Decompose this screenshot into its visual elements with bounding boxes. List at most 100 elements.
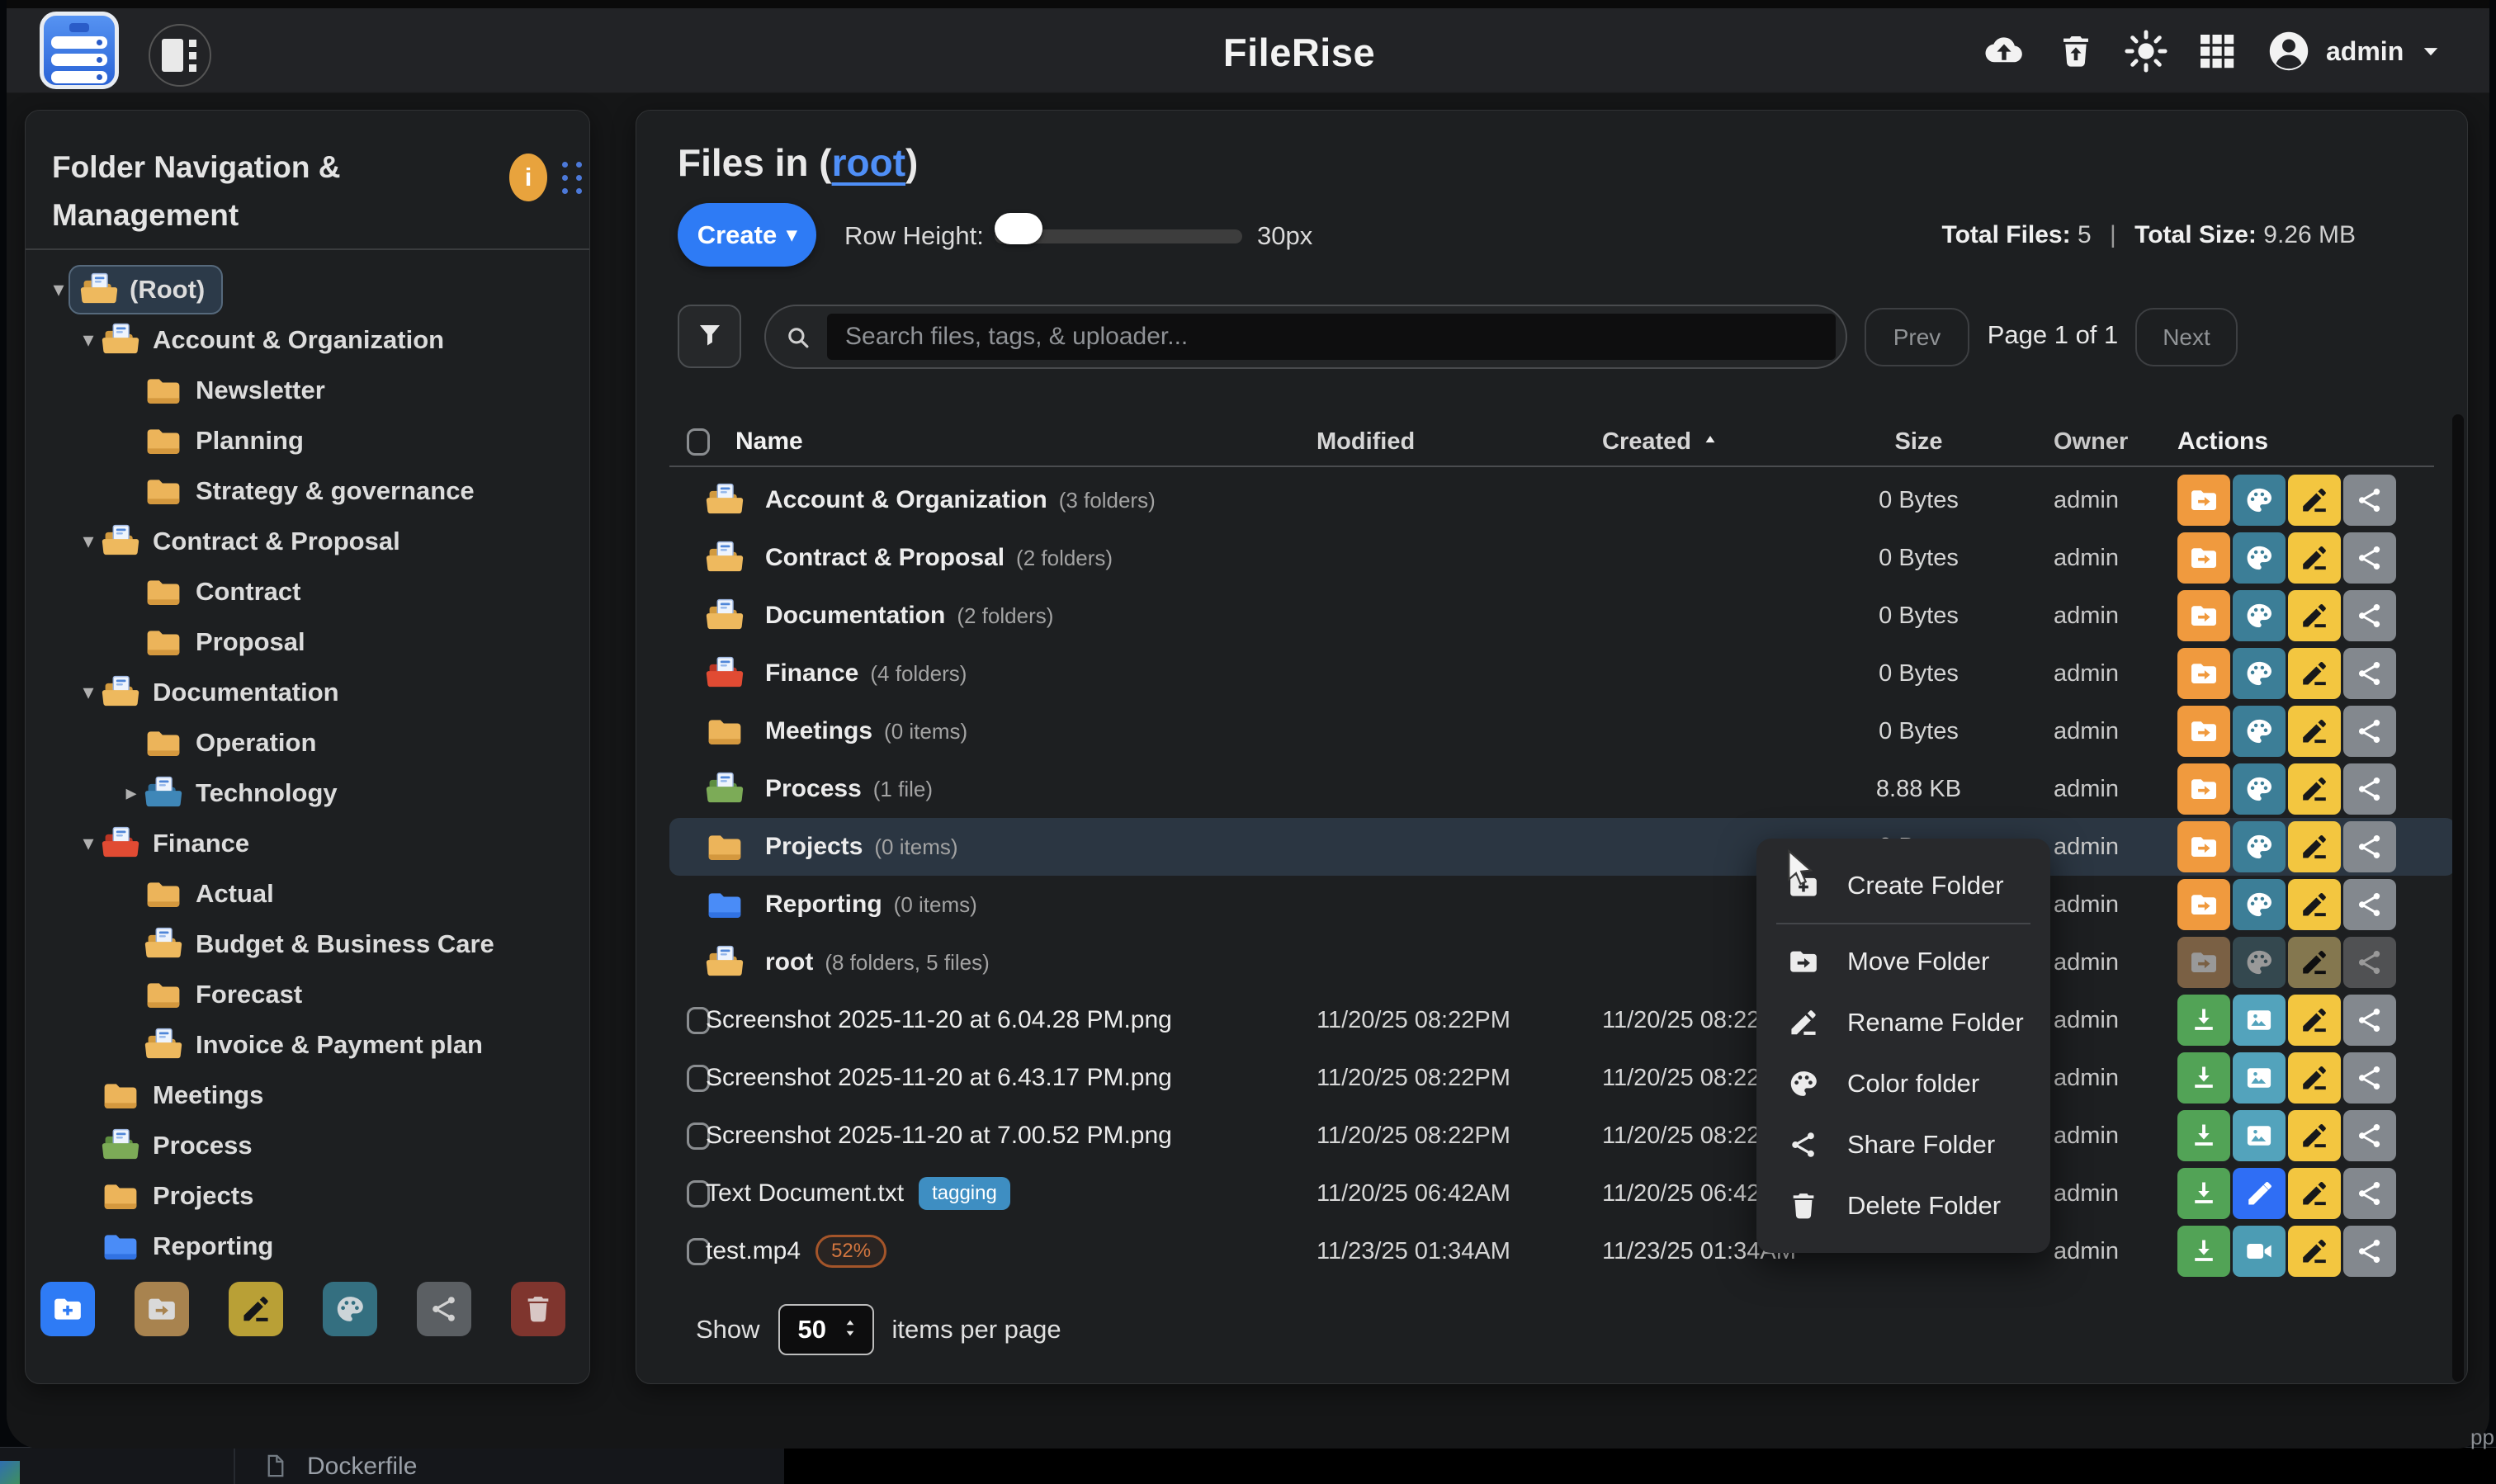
- rename-action-button[interactable]: [2288, 763, 2341, 815]
- tree-item-invoice-payment-plan[interactable]: Invoice & Payment plan: [26, 1019, 589, 1070]
- tree-item-projects[interactable]: Projects: [26, 1170, 589, 1221]
- menu-item-rename-folder[interactable]: Rename Folder: [1756, 992, 2050, 1053]
- color-folder-action-button[interactable]: [2233, 821, 2286, 872]
- apps-grid-button[interactable]: [2197, 31, 2237, 71]
- color-folder-action-button[interactable]: [2233, 590, 2286, 641]
- move-folder-action-button[interactable]: [2177, 590, 2230, 641]
- share-action-button[interactable]: [2343, 763, 2396, 815]
- tree-item-planning[interactable]: Planning: [26, 415, 589, 466]
- table-row-meetings[interactable]: Meetings(0 items)0 Bytesadmin: [669, 702, 2444, 760]
- share-folder-button[interactable]: [417, 1282, 471, 1336]
- move-folder-action-button[interactable]: [2177, 763, 2230, 815]
- tree-item-technology[interactable]: ▸Technology: [26, 768, 589, 818]
- trash-restore-button[interactable]: [2057, 28, 2095, 74]
- table-row-test-mp4[interactable]: test.mp452%11/23/25 01:34AM11/23/25 01:3…: [669, 1222, 2444, 1280]
- download-action-button[interactable]: [2177, 1052, 2230, 1104]
- table-row-screenshot-2025-11-20-at-6-04-28-pm-png[interactable]: Screenshot 2025-11-20 at 6.04.28 PM.png1…: [669, 991, 2444, 1049]
- table-row-process[interactable]: Process(1 file)8.88 KBadmin: [669, 760, 2444, 818]
- menu-item-delete-folder[interactable]: Delete Folder: [1756, 1175, 2050, 1236]
- tree-item-contract[interactable]: Contract: [26, 566, 589, 617]
- share-action-button[interactable]: [2343, 1226, 2396, 1277]
- rename-action-button[interactable]: [2288, 532, 2341, 584]
- root-folder-link[interactable]: root: [832, 141, 905, 184]
- info-icon[interactable]: i: [509, 154, 547, 201]
- column-header-name[interactable]: Name: [706, 428, 1317, 456]
- filter-button[interactable]: [678, 305, 741, 368]
- chevron-right-icon[interactable]: ▸: [118, 780, 144, 806]
- tree-item-budget-business-care[interactable]: Budget & Business Care: [26, 919, 589, 969]
- tree-item-process[interactable]: Process: [26, 1120, 589, 1170]
- tree-item-contract-proposal[interactable]: ▾Contract & Proposal: [26, 516, 589, 566]
- table-row-screenshot-2025-11-20-at-7-00-52-pm-png[interactable]: Screenshot 2025-11-20 at 7.00.52 PM.png1…: [669, 1107, 2444, 1165]
- rename-action-button[interactable]: [2288, 1168, 2341, 1219]
- color-folder-action-button[interactable]: [2233, 648, 2286, 699]
- share-action-button[interactable]: [2343, 706, 2396, 757]
- share-action-button[interactable]: [2343, 821, 2396, 872]
- share-action-button[interactable]: [2343, 590, 2396, 641]
- delete-folder-button[interactable]: [511, 1282, 565, 1336]
- move-folder-action-button[interactable]: [2177, 532, 2230, 584]
- share-action-button[interactable]: [2343, 532, 2396, 584]
- column-header-owner[interactable]: Owner: [1979, 428, 2177, 456]
- tree-item-actual[interactable]: Actual: [26, 868, 589, 919]
- rename-action-button[interactable]: [2288, 1110, 2341, 1161]
- table-row-root[interactable]: root(8 folders, 5 files)admin: [669, 933, 2444, 991]
- color-folder-action-button[interactable]: [2233, 532, 2286, 584]
- chevron-down-icon[interactable]: ▾: [75, 830, 102, 856]
- column-header-modified[interactable]: Modified: [1317, 428, 1602, 456]
- row-height-slider-thumb[interactable]: [995, 213, 1042, 244]
- table-row-projects[interactable]: Projects(0 items)0 Bytesadmin: [669, 818, 2456, 876]
- color-folder-action-button[interactable]: [2233, 475, 2286, 526]
- drag-handle-icon[interactable]: [562, 162, 582, 194]
- user-menu-button[interactable]: admin: [2265, 26, 2445, 76]
- tree-item-reporting[interactable]: Reporting: [26, 1221, 589, 1271]
- rename-action-button[interactable]: [2288, 475, 2341, 526]
- search-input[interactable]: [827, 314, 1836, 360]
- rename-action-button[interactable]: [2288, 1052, 2341, 1104]
- table-row-documentation[interactable]: Documentation(2 folders)0 Bytesadmin: [669, 587, 2444, 645]
- download-action-button[interactable]: [2177, 995, 2230, 1046]
- download-action-button[interactable]: [2177, 1226, 2230, 1277]
- share-action-button[interactable]: [2343, 1110, 2396, 1161]
- table-row-contract-proposal[interactable]: Contract & Proposal(2 folders)0 Bytesadm…: [669, 529, 2444, 587]
- move-folder-action-button[interactable]: [2177, 475, 2230, 526]
- table-scrollbar[interactable]: [2452, 414, 2464, 1382]
- chevron-down-icon[interactable]: ▾: [75, 679, 102, 705]
- tree-item-meetings[interactable]: Meetings: [26, 1070, 589, 1120]
- preview-image-action-button[interactable]: [2233, 1110, 2286, 1161]
- tree-item-forecast[interactable]: Forecast: [26, 969, 589, 1019]
- rename-action-button[interactable]: [2288, 648, 2341, 699]
- rename-action-button[interactable]: [2288, 995, 2341, 1046]
- column-header-size[interactable]: Size: [1858, 428, 1979, 456]
- share-action-button[interactable]: [2343, 1052, 2396, 1104]
- table-row-text-document-txt[interactable]: Text Document.txttagging11/20/25 06:42AM…: [669, 1165, 2444, 1222]
- create-button[interactable]: Create▾: [678, 203, 816, 267]
- move-folder-action-button[interactable]: [2177, 821, 2230, 872]
- color-folder-button[interactable]: [323, 1282, 377, 1336]
- color-folder-action-button[interactable]: [2233, 879, 2286, 930]
- upload-button[interactable]: [1979, 29, 2029, 73]
- tree-item-account-organization[interactable]: ▾Account & Organization: [26, 314, 589, 365]
- chevron-down-icon[interactable]: ▾: [75, 528, 102, 554]
- preview-image-action-button[interactable]: [2233, 995, 2286, 1046]
- rename-action-button[interactable]: [2288, 590, 2341, 641]
- prev-page-button[interactable]: Prev: [1865, 308, 1969, 366]
- color-folder-action-button[interactable]: [2233, 763, 2286, 815]
- share-action-button[interactable]: [2343, 475, 2396, 526]
- download-action-button[interactable]: [2177, 1110, 2230, 1161]
- move-folder-button[interactable]: [135, 1282, 189, 1336]
- move-folder-action-button[interactable]: [2177, 706, 2230, 757]
- download-action-button[interactable]: [2177, 1168, 2230, 1219]
- theme-toggle-button[interactable]: [2123, 28, 2169, 74]
- move-folder-action-button[interactable]: [2177, 648, 2230, 699]
- rename-action-button[interactable]: [2288, 1226, 2341, 1277]
- tree-item-proposal[interactable]: Proposal: [26, 617, 589, 667]
- next-page-button[interactable]: Next: [2135, 308, 2238, 366]
- preview-video-action-button[interactable]: [2233, 1226, 2286, 1277]
- menu-item-move-folder[interactable]: Move Folder: [1756, 931, 2050, 992]
- tree-item-documentation[interactable]: ▾Documentation: [26, 667, 589, 717]
- table-row-finance[interactable]: Finance(4 folders)0 Bytesadmin: [669, 645, 2444, 702]
- create-folder-button[interactable]: [40, 1282, 95, 1336]
- layout-toggle-button[interactable]: [149, 24, 211, 87]
- tree-item-operation[interactable]: Operation: [26, 717, 589, 768]
